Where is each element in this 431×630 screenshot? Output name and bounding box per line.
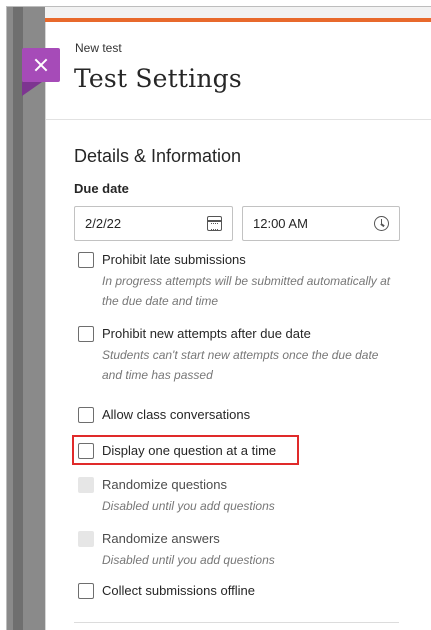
section-divider (74, 622, 399, 623)
title-divider (46, 119, 431, 120)
option-label: Display one question at a time (102, 443, 277, 458)
page-title: Test Settings (74, 64, 242, 93)
option-label: Prohibit new attempts after due date (102, 326, 311, 341)
option-help-text: Students can't start new attempts once t… (102, 348, 379, 382)
allow-class-conversations-checkbox[interactable] (78, 407, 94, 423)
option-prohibit-late-submissions: Prohibit late submissions In progress at… (78, 251, 392, 311)
option-randomize-answers: Randomize answers Disabled until you add… (78, 530, 392, 570)
due-date-input[interactable]: 2/2/22 (74, 206, 233, 241)
calendar-icon[interactable] (207, 216, 222, 231)
prohibit-new-attempts-checkbox[interactable] (78, 326, 94, 342)
background-page-rail-shadow (13, 7, 23, 630)
option-randomize-questions: Randomize questions Disabled until you a… (78, 476, 392, 516)
option-collect-submissions-offline: Collect submissions offline (78, 582, 255, 600)
close-icon (34, 58, 48, 72)
option-label: Allow class conversations (102, 407, 251, 422)
option-prohibit-new-attempts: Prohibit new attempts after due date Stu… (78, 325, 392, 385)
due-date-label: Due date (74, 181, 129, 196)
option-display-one-question: Display one question at a time (78, 442, 276, 460)
option-label: Randomize questions (102, 477, 228, 492)
due-date-value: 2/2/22 (85, 216, 122, 231)
option-label: Collect submissions offline (102, 583, 255, 598)
option-allow-class-conversations: Allow class conversations (78, 406, 250, 424)
prohibit-late-submissions-checkbox[interactable] (78, 252, 94, 268)
display-one-question-checkbox[interactable] (78, 443, 94, 459)
due-time-input[interactable]: 12:00 AM (242, 206, 400, 241)
close-tab-fold (22, 82, 42, 96)
option-help-text: Disabled until you add questions (102, 499, 275, 513)
close-panel-button[interactable] (22, 48, 60, 82)
details-section-heading: Details & Information (74, 146, 242, 166)
randomize-questions-checkbox (78, 477, 94, 493)
option-label: Randomize answers (102, 531, 220, 546)
clock-icon[interactable] (374, 216, 389, 231)
due-time-value: 12:00 AM (253, 216, 308, 231)
option-help-text: Disabled until you add questions (102, 553, 275, 567)
option-label: Prohibit late submissions (102, 252, 246, 267)
panel-subtitle: New test (75, 41, 122, 55)
collect-submissions-offline-checkbox[interactable] (78, 583, 94, 599)
randomize-answers-checkbox (78, 531, 94, 547)
panel-accent-bar (45, 18, 431, 22)
option-help-text: In progress attempts will be submitted a… (102, 274, 391, 308)
